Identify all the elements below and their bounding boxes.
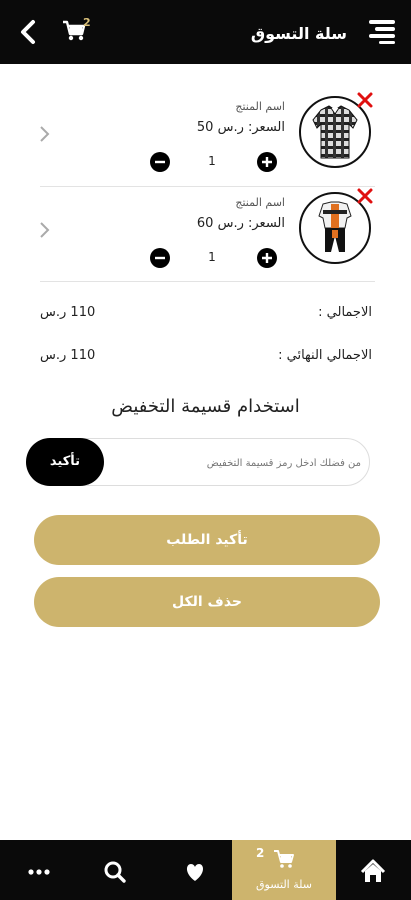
- cart-count-badge: 2: [83, 16, 91, 29]
- final-total-label: الاجمالي النهائي :: [278, 348, 372, 363]
- top-app-bar: 2 سلة التسوق: [0, 0, 411, 64]
- delete-all-button[interactable]: حذف الكل: [34, 577, 380, 627]
- item-details-chevron-icon[interactable]: [38, 220, 52, 240]
- increase-quantity-button[interactable]: [257, 152, 277, 172]
- minus-icon: [155, 160, 165, 164]
- product-price: السعر: ر.س 60: [196, 216, 285, 231]
- page-title: سلة التسوق: [250, 24, 347, 43]
- nav-cart-label: سلة التسوق: [255, 878, 312, 891]
- plus-icon: [262, 253, 272, 263]
- final-total-value: 110 ر.س: [40, 348, 96, 363]
- decrease-quantity-button[interactable]: [150, 248, 170, 268]
- coupon-input[interactable]: [131, 451, 361, 475]
- more-dots-icon: [28, 869, 50, 875]
- nav-favorites[interactable]: [170, 840, 220, 900]
- discount-title: استخدام قسيمة التخفيض: [111, 396, 300, 417]
- coupon-field: تأكيد: [26, 438, 370, 486]
- product-name: اسم المنتج: [235, 196, 285, 209]
- item-details-chevron-icon[interactable]: [38, 124, 52, 144]
- back-chevron-icon[interactable]: [16, 18, 40, 46]
- confirm-order-button[interactable]: تأكيد الطلب: [34, 515, 380, 565]
- nav-more[interactable]: [14, 840, 64, 900]
- nav-search[interactable]: [90, 840, 140, 900]
- nav-cart[interactable]: 2 سلة التسوق: [232, 840, 336, 900]
- nav-home[interactable]: [348, 840, 398, 900]
- remove-item-icon[interactable]: [355, 186, 375, 206]
- bottom-navigation: 2 سلة التسوق: [0, 840, 411, 900]
- cart-item: اسم المنتج السعر: ر.س 50 1: [0, 90, 411, 186]
- product-price: السعر: ر.س 50: [196, 120, 285, 135]
- menu-icon[interactable]: [367, 18, 397, 46]
- final-total-row: الاجمالي النهائي : 110 ر.س: [40, 348, 372, 368]
- remove-item-icon[interactable]: [355, 90, 375, 110]
- product-name: اسم المنتج: [235, 100, 285, 113]
- heart-icon: [186, 864, 204, 881]
- decrease-quantity-button[interactable]: [150, 152, 170, 172]
- divider: [40, 281, 375, 282]
- plus-icon: [262, 157, 272, 167]
- header-cart-button[interactable]: 2: [62, 16, 92, 44]
- quantity-value: 1: [208, 250, 216, 264]
- apply-coupon-button[interactable]: تأكيد: [26, 438, 104, 486]
- search-icon: [104, 861, 126, 883]
- quantity-value: 1: [208, 154, 216, 168]
- total-row: الاجمالي : 110 ر.س: [40, 305, 372, 325]
- cart-item: اسم المنتج السعر: ر.س 60 1: [0, 186, 411, 282]
- home-icon: [360, 859, 386, 882]
- cart-icon: [274, 850, 294, 868]
- minus-icon: [155, 256, 165, 260]
- total-value: 110 ر.س: [40, 305, 96, 320]
- total-label: الاجمالي :: [318, 305, 372, 320]
- increase-quantity-button[interactable]: [257, 248, 277, 268]
